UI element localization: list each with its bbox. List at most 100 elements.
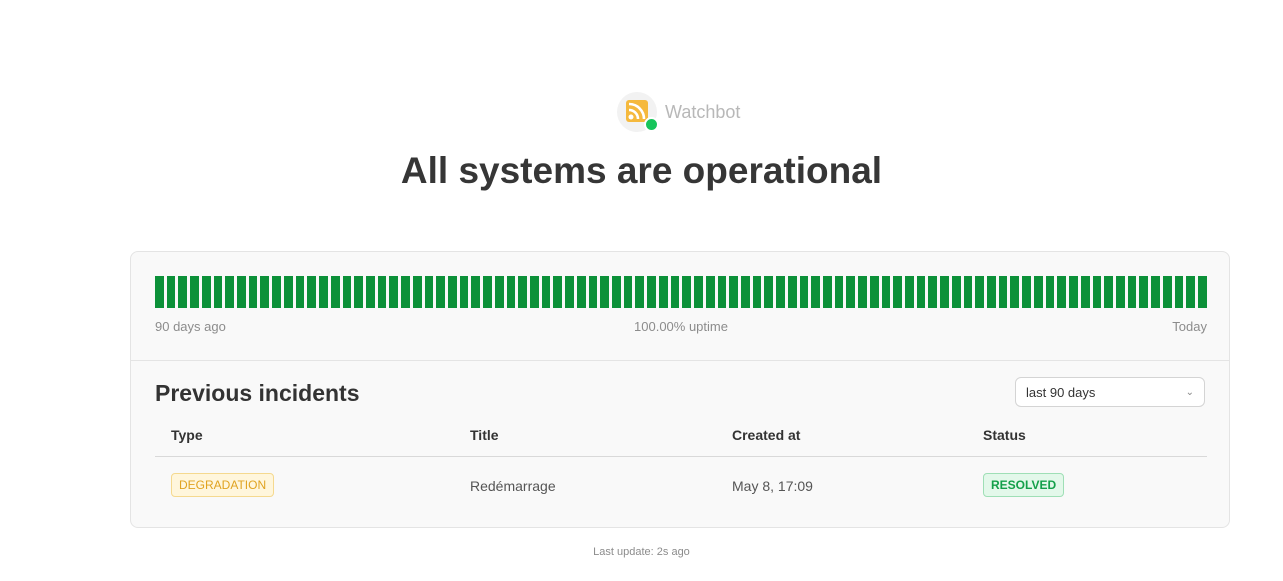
uptime-day-bar[interactable]	[600, 276, 610, 308]
uptime-end-label: Today	[1172, 319, 1207, 334]
uptime-day-bar[interactable]	[1069, 276, 1078, 308]
uptime-day-bar[interactable]	[905, 276, 914, 308]
last-update-text: Last update: 2s ago	[593, 546, 690, 558]
uptime-day-bar[interactable]	[998, 276, 1008, 308]
uptime-day-bar[interactable]	[283, 276, 293, 308]
uptime-day-bar[interactable]	[260, 276, 270, 308]
uptime-day-bar[interactable]	[694, 276, 703, 308]
uptime-day-bar[interactable]	[1151, 276, 1160, 308]
uptime-day-bar[interactable]	[776, 276, 785, 308]
uptime-day-bar[interactable]	[518, 276, 527, 308]
uptime-day-bar[interactable]	[951, 276, 961, 308]
incidents-table: Type Title Created at Status DEGRADATION…	[155, 418, 1207, 515]
uptime-day-bar[interactable]	[1104, 276, 1113, 308]
uptime-day-bar[interactable]	[717, 276, 727, 308]
uptime-day-bar[interactable]	[483, 276, 492, 308]
uptime-day-bar[interactable]	[752, 276, 762, 308]
uptime-day-bar[interactable]	[635, 276, 645, 308]
uptime-day-bar[interactable]	[155, 276, 164, 308]
uptime-day-bar[interactable]	[237, 276, 246, 308]
uptime-day-bar[interactable]	[471, 276, 481, 308]
uptime-day-bar[interactable]	[858, 276, 867, 308]
uptime-day-bar[interactable]	[940, 276, 949, 308]
uptime-day-bar[interactable]	[330, 276, 340, 308]
uptime-day-bar[interactable]	[295, 276, 305, 308]
uptime-day-bar[interactable]	[846, 276, 856, 308]
uptime-day-bar[interactable]	[928, 276, 938, 308]
uptime-day-bar[interactable]	[401, 276, 410, 308]
uptime-day-bar[interactable]	[201, 276, 211, 308]
uptime-day-bar[interactable]	[1127, 276, 1137, 308]
incidents-title: Previous incidents	[155, 380, 360, 406]
uptime-day-bar[interactable]	[588, 276, 598, 308]
uptime-day-bar[interactable]	[424, 276, 434, 308]
uptime-day-bar[interactable]	[1197, 276, 1207, 308]
uptime-day-bar[interactable]	[799, 276, 809, 308]
uptime-day-bar[interactable]	[834, 276, 844, 308]
uptime-day-bar[interactable]	[1033, 276, 1043, 308]
uptime-day-bar[interactable]	[1045, 276, 1055, 308]
uptime-day-bar[interactable]	[178, 276, 188, 308]
uptime-day-bar[interactable]	[963, 276, 973, 308]
uptime-day-bar[interactable]	[869, 276, 879, 308]
uptime-day-bar[interactable]	[682, 276, 692, 308]
uptime-day-bar[interactable]	[822, 276, 832, 308]
uptime-day-bar[interactable]	[530, 276, 539, 308]
uptime-day-bar[interactable]	[436, 276, 445, 308]
uptime-day-bar[interactable]	[459, 276, 469, 308]
uptime-day-bar[interactable]	[916, 276, 926, 308]
uptime-day-bar[interactable]	[670, 276, 680, 308]
uptime-day-bar[interactable]	[881, 276, 891, 308]
uptime-day-bar[interactable]	[1080, 276, 1090, 308]
uptime-day-bar[interactable]	[506, 276, 516, 308]
uptime-day-bar[interactable]	[389, 276, 399, 308]
uptime-day-bar[interactable]	[658, 276, 668, 308]
brand-logo	[617, 92, 659, 132]
uptime-day-bar[interactable]	[1115, 276, 1125, 308]
status-card: 90 days ago 100.00% uptime Today Previou…	[130, 251, 1230, 528]
uptime-day-bar[interactable]	[248, 276, 258, 308]
uptime-day-bar[interactable]	[565, 276, 574, 308]
uptime-day-bar[interactable]	[412, 276, 422, 308]
uptime-day-bar[interactable]	[225, 276, 235, 308]
uptime-day-bar[interactable]	[166, 276, 176, 308]
uptime-day-bar[interactable]	[1139, 276, 1149, 308]
uptime-day-bar[interactable]	[729, 276, 738, 308]
incident-type-badge: DEGRADATION	[171, 473, 275, 497]
uptime-day-bar[interactable]	[705, 276, 715, 308]
uptime-day-bar[interactable]	[893, 276, 902, 308]
uptime-day-bar[interactable]	[541, 276, 551, 308]
table-row[interactable]: DEGRADATION Redémarrage May 8, 17:09 RES…	[155, 457, 1207, 515]
uptime-day-bar[interactable]	[1092, 276, 1102, 308]
uptime-day-bar[interactable]	[447, 276, 457, 308]
uptime-day-bar[interactable]	[319, 276, 328, 308]
uptime-day-bar[interactable]	[811, 276, 820, 308]
uptime-day-bar[interactable]	[764, 276, 774, 308]
uptime-day-bar[interactable]	[553, 276, 563, 308]
uptime-day-bar[interactable]	[623, 276, 633, 308]
uptime-day-bar[interactable]	[365, 276, 375, 308]
uptime-day-bar[interactable]	[307, 276, 317, 308]
uptime-day-bar[interactable]	[377, 276, 387, 308]
uptime-day-bar[interactable]	[647, 276, 656, 308]
uptime-day-bar[interactable]	[190, 276, 199, 308]
uptime-day-bar[interactable]	[987, 276, 996, 308]
incident-created-at: May 8, 17:09	[732, 478, 813, 494]
uptime-day-bar[interactable]	[787, 276, 797, 308]
uptime-day-bar[interactable]	[1010, 276, 1020, 308]
uptime-day-bar[interactable]	[1186, 276, 1195, 308]
uptime-day-bar[interactable]	[1174, 276, 1184, 308]
uptime-day-bar[interactable]	[740, 276, 750, 308]
uptime-day-bar[interactable]	[1162, 276, 1172, 308]
period-select[interactable]: last 90 days ⌄	[1015, 377, 1205, 407]
uptime-day-bar[interactable]	[213, 276, 223, 308]
uptime-day-bar[interactable]	[354, 276, 363, 308]
uptime-day-bar[interactable]	[494, 276, 504, 308]
uptime-day-bar[interactable]	[1057, 276, 1067, 308]
uptime-day-bar[interactable]	[1022, 276, 1031, 308]
uptime-day-bar[interactable]	[612, 276, 621, 308]
uptime-day-bar[interactable]	[342, 276, 352, 308]
uptime-day-bar[interactable]	[576, 276, 586, 308]
uptime-day-bar[interactable]	[975, 276, 985, 308]
uptime-day-bar[interactable]	[272, 276, 281, 308]
